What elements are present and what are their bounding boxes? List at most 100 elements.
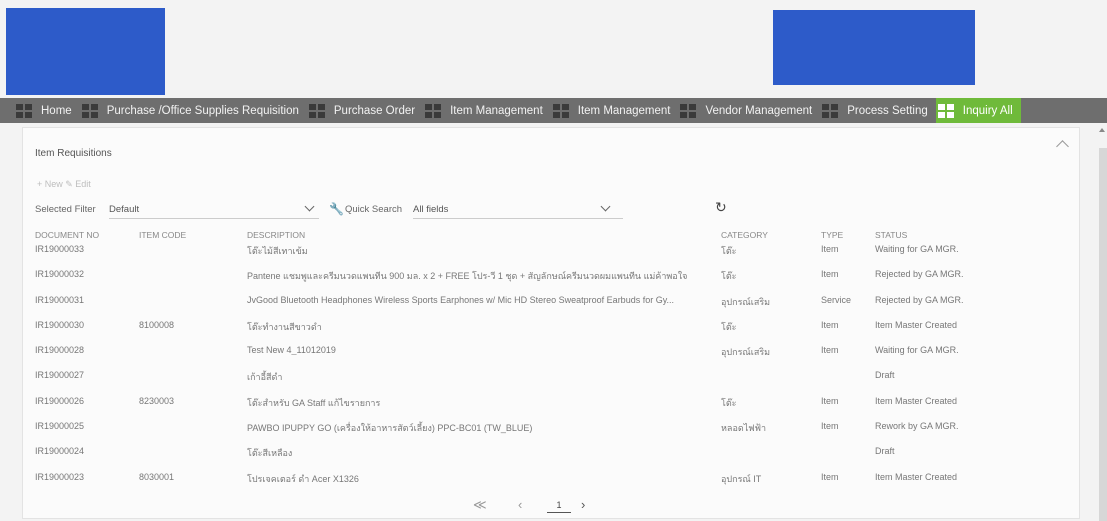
nav-item-vendor-management[interactable]: Vendor Management (678, 98, 820, 123)
filter-row: Selected Filter Default 🔧 Quick Search A… (35, 199, 735, 219)
quick-search-field-dropdown[interactable]: All fields (413, 201, 623, 219)
column-header-category[interactable]: CATEGORY (721, 230, 819, 240)
table-row[interactable]: IR19000031 JvGood Bluetooth Headphones W… (35, 293, 1065, 318)
tiles-icon (16, 103, 32, 118)
table-header-row: DOCUMENT NO ITEM CODE DESCRIPTION CATEGO… (35, 228, 1065, 242)
table-row[interactable]: IR19000024 โต๊ะสีเหลือง Draft (35, 444, 1065, 469)
column-header-document-no[interactable]: DOCUMENT NO (35, 230, 135, 240)
chevron-down-icon (600, 201, 611, 212)
cell-document-no: IR19000023 (35, 471, 85, 482)
table-row[interactable]: IR19000023 8030001 โปรเจคเตอร์ ดำ Acer X… (35, 470, 1065, 495)
first-page-button[interactable]: ≪ (473, 497, 487, 513)
cell-category: โต๊ะ (721, 321, 737, 332)
selected-filter-dropdown[interactable]: Default (109, 201, 319, 219)
cell-description: โต๊ะทำงานสีขาวดำ (247, 321, 322, 332)
tiles-icon (937, 103, 954, 118)
cell-document-no: IR19000027 (35, 370, 85, 381)
vertical-scrollbar[interactable] (1099, 148, 1107, 521)
cell-description: โต๊ะสำหรับ GA Staff แก้ไขรายการ (247, 397, 381, 408)
column-header-status[interactable]: STATUS (875, 230, 985, 240)
nav-item-purchase-requisition[interactable]: Purchase /Office Supplies Requisition (80, 98, 307, 123)
chevron-up-icon[interactable] (1056, 140, 1069, 153)
column-header-type[interactable]: TYPE (821, 230, 871, 240)
cell-description: Pantene แชมพูและครีมนวดแพนทีน 900 มล. x … (247, 271, 688, 282)
scroll-up-arrow-icon[interactable] (1099, 128, 1105, 132)
cell-type: Item (821, 395, 839, 406)
cell-category: หลอดไฟฟ้า (721, 423, 767, 434)
table-row[interactable]: IR19000025 PAWBO IPUPPY GO (เครื่องให้อา… (35, 419, 1065, 444)
cell-status: Draft (875, 370, 895, 381)
cell-type: Service (821, 294, 852, 305)
nav-item-process-setting[interactable]: Process Setting (820, 98, 936, 123)
tiles-icon (822, 103, 839, 118)
table-row[interactable]: IR19000028 Test New 4_11012019 อุปกรณ์เส… (35, 343, 1065, 368)
nav-item-item-management-2[interactable]: Item Management (551, 98, 679, 123)
nav-item-label: Inquiry All (962, 104, 1013, 117)
nav-item-label: Purchase Order (333, 104, 416, 117)
chevron-down-icon (304, 201, 315, 212)
cell-status: Rework by GA MGR. (875, 421, 959, 432)
cell-document-no: IR19000031 (35, 294, 85, 305)
wrench-icon[interactable]: 🔧 (329, 202, 344, 216)
table-row[interactable]: IR19000033 โต๊ะไม้สีเทาเข้ม โต๊ะ Item Wa… (35, 242, 1065, 267)
cell-category: อุปกรณ์เสริม (721, 296, 771, 307)
cell-description: เก้าอี้สีดำ (247, 372, 283, 383)
cell-description: Test New 4_11012019 (247, 345, 336, 356)
cell-description: โปรเจคเตอร์ ดำ Acer X1326 (247, 473, 359, 484)
selected-filter-value: Default (109, 204, 140, 215)
tiles-icon (552, 103, 569, 118)
cell-document-no: IR19000026 (35, 395, 85, 406)
table-row[interactable]: IR19000030 8100008 โต๊ะทำงานสีขาวดำ โต๊ะ… (35, 318, 1065, 343)
tiles-icon (81, 103, 98, 118)
nav-item-item-management[interactable]: Item Management (423, 98, 551, 123)
cell-document-no: IR19000028 (35, 345, 85, 356)
nav-item-label: Home (41, 104, 72, 117)
cell-category: โต๊ะ (721, 397, 737, 408)
item-requisitions-panel: Item Requisitions + New ✎ Edit Selected … (22, 127, 1080, 519)
cell-document-no: IR19000032 (35, 269, 85, 280)
nav-item-inquiry-all[interactable]: Inquiry All (935, 98, 1021, 123)
current-page-button[interactable]: 1 (547, 500, 571, 513)
cell-status: Rejected by GA MGR. (875, 294, 964, 305)
cell-category: อุปกรณ์ IT (721, 473, 762, 484)
cell-item-code: 8030001 (139, 471, 175, 482)
column-header-description[interactable]: DESCRIPTION (247, 230, 721, 240)
nav-item-label: Purchase /Office Supplies Requisition (106, 104, 299, 117)
cell-document-no: IR19000033 (35, 244, 85, 254)
cell-description: โต๊ะไม้สีเทาเข้ม (247, 246, 308, 256)
panel-title: Item Requisitions (35, 148, 112, 159)
table-row[interactable]: IR19000026 8230003 โต๊ะสำหรับ GA Staff แ… (35, 394, 1065, 419)
cell-status: Rejected by GA MGR. (875, 269, 964, 280)
prev-page-button[interactable]: ‹ (518, 497, 522, 512)
cell-type: Item (821, 319, 839, 330)
quick-search-label: Quick Search (345, 204, 403, 215)
table-row[interactable]: IR19000032 Pantene แชมพูและครีมนวดแพนทีน… (35, 267, 1065, 292)
cell-type: Item (821, 244, 839, 254)
cell-category: โต๊ะ (721, 246, 737, 256)
cell-type: Item (821, 269, 839, 280)
pagination: ≪ ‹ 1 › (473, 497, 633, 516)
panel-toolbar[interactable]: + New ✎ Edit (37, 179, 91, 190)
cell-status: Draft (875, 446, 895, 457)
tiles-icon (680, 103, 697, 118)
cell-description: PAWBO IPUPPY GO (เครื่องให้อาหารสัตว์เลี… (247, 423, 533, 434)
brand-logo-right (773, 10, 975, 85)
nav-item-label: Vendor Management (705, 104, 813, 117)
cell-category: โต๊ะ (721, 271, 737, 282)
cell-category: อุปกรณ์เสริม (721, 347, 771, 358)
cell-item-code: 8100008 (139, 319, 175, 330)
cell-document-no: IR19000025 (35, 421, 85, 432)
refresh-icon[interactable]: ↻ (715, 199, 727, 216)
nav-item-purchase-order[interactable]: Purchase Order (307, 98, 423, 123)
nav-item-label: Item Management (577, 104, 671, 117)
tiles-icon (308, 103, 325, 118)
cell-status: Item Master Created (875, 395, 958, 406)
nav-item-home[interactable]: Home (14, 98, 80, 123)
top-nav-bar: Home Purchase /Office Supplies Requisiti… (0, 98, 1107, 123)
nav-item-label: Item Management (450, 104, 543, 117)
column-header-item-code[interactable]: ITEM CODE (139, 230, 239, 240)
cell-status: Waiting for GA MGR. (875, 244, 959, 254)
table-row[interactable]: IR19000027 เก้าอี้สีดำ Draft (35, 368, 1065, 393)
next-page-button[interactable]: › (581, 497, 585, 512)
nav-item-label: Process Setting (847, 104, 928, 117)
